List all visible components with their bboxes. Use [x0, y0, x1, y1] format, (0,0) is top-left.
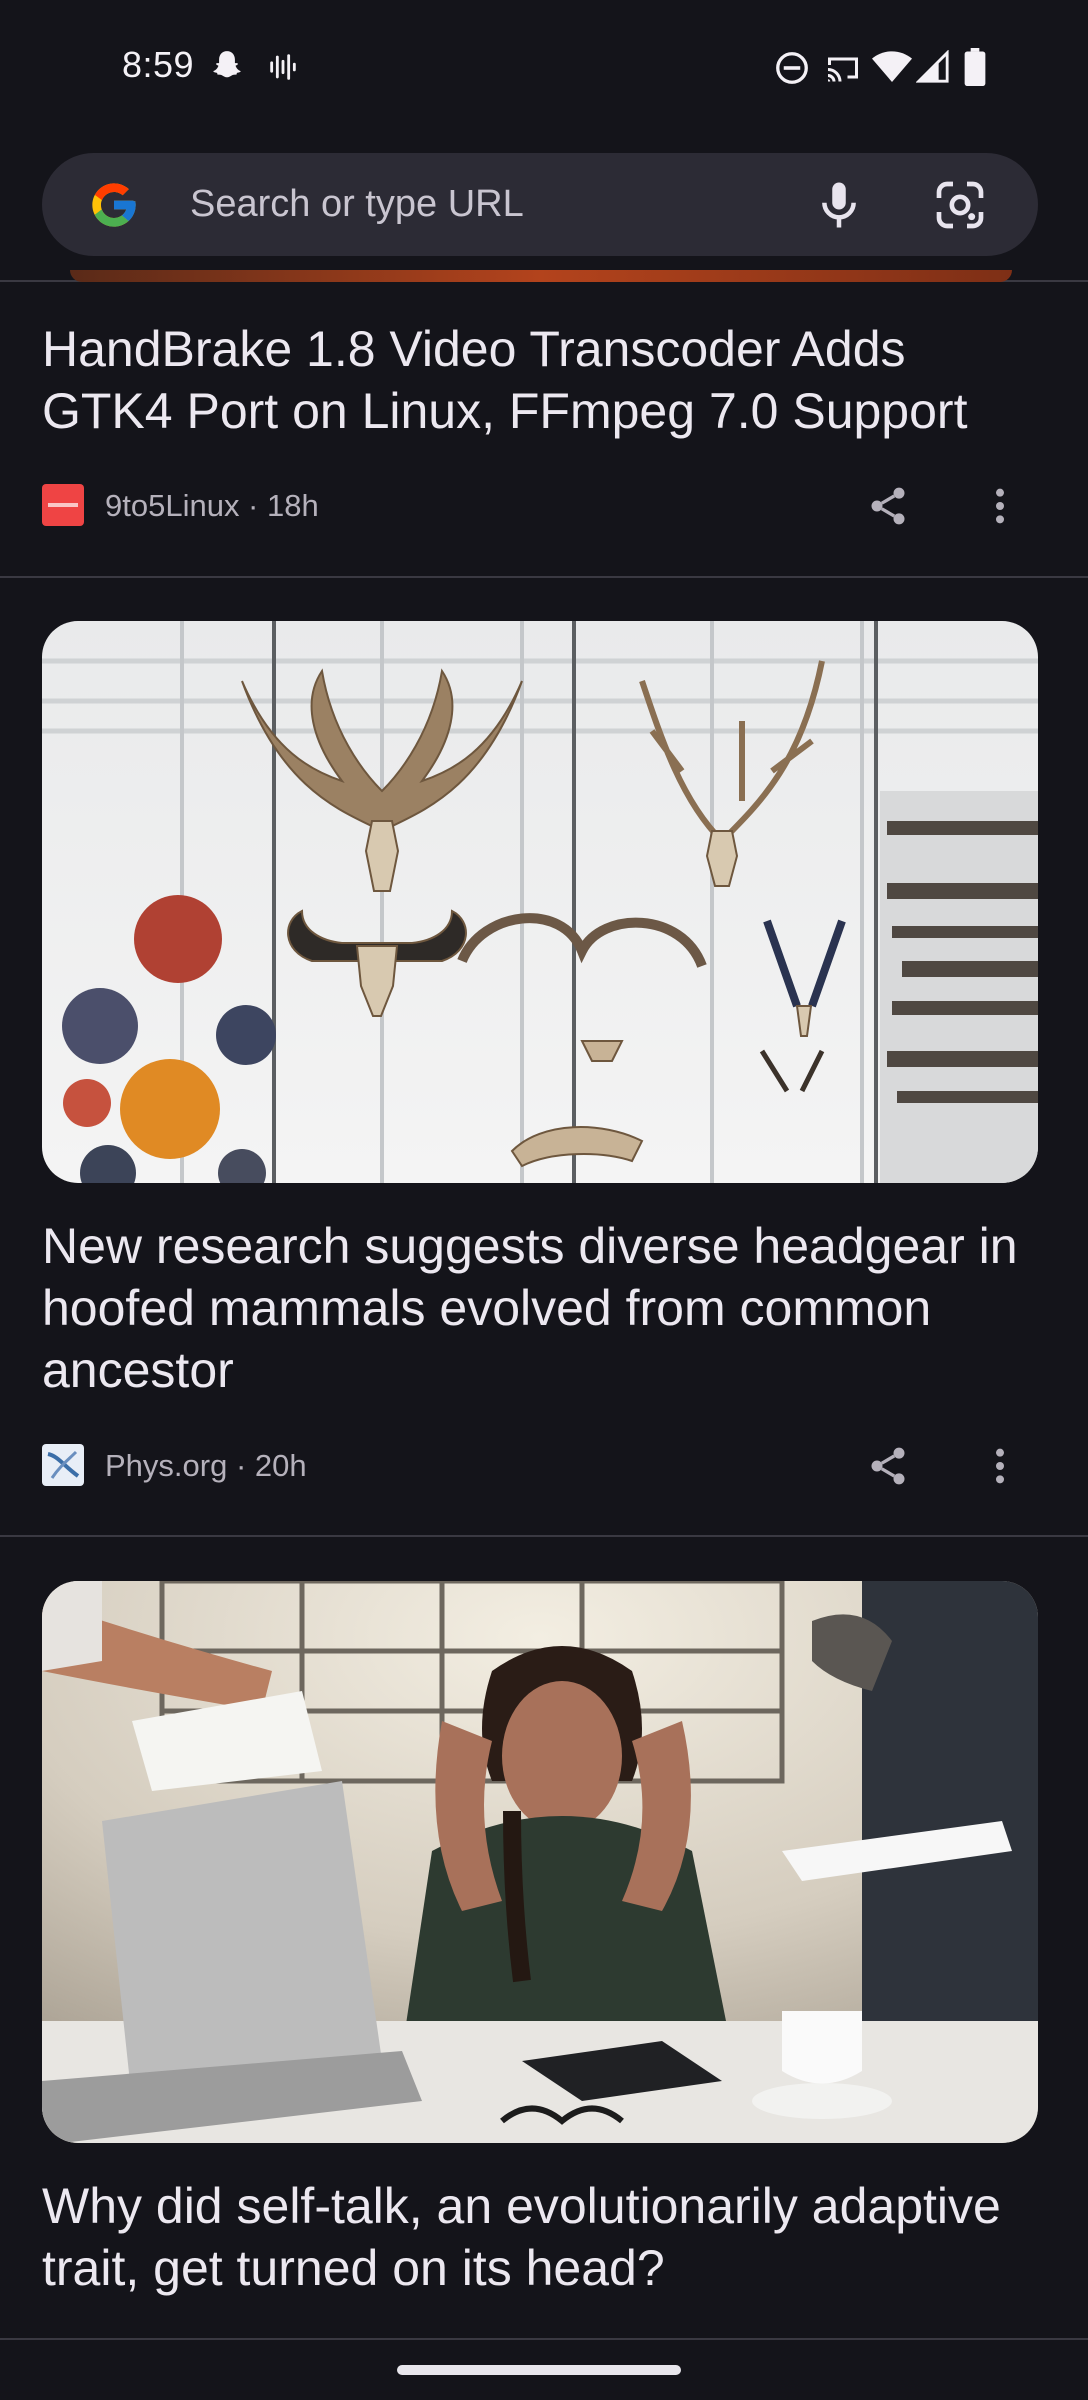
- card-divider: [0, 1535, 1088, 1537]
- article-meta: Phys.org · 20h: [42, 1444, 1038, 1488]
- status-time: 8:59: [122, 44, 195, 85]
- google-g-icon: [92, 183, 136, 227]
- source-favicon-physorg: [42, 1444, 84, 1486]
- audio-wave-icon: [270, 54, 296, 80]
- previous-article-image-edge: [70, 270, 1012, 282]
- article-title[interactable]: New research suggests diverse headgear i…: [42, 1215, 1042, 1401]
- mic-icon[interactable]: [812, 177, 866, 233]
- article-source-time: 9to5Linux · 18h: [105, 488, 319, 523]
- article-title[interactable]: Why did self-talk, an evolutionarily ada…: [42, 2175, 1042, 2299]
- signal-icon: [916, 50, 949, 83]
- more-vert-icon: [996, 488, 1004, 524]
- share-icon: [871, 1447, 905, 1485]
- source-favicon-9to5linux: [42, 484, 84, 526]
- stressed-woman-image: [42, 1581, 1038, 2143]
- omnibox-search-bar[interactable]: Search or type URL: [42, 153, 1038, 256]
- search-input[interactable]: Search or type URL: [190, 183, 524, 226]
- battery-icon: [964, 48, 986, 86]
- wifi-icon: [872, 51, 912, 82]
- more-options-button[interactable]: [968, 474, 1032, 538]
- article-meta: 9to5Linux · 18h: [42, 484, 1038, 528]
- article-image[interactable]: [42, 1581, 1038, 2143]
- more-vert-icon: [996, 1448, 1004, 1484]
- share-icon: [871, 487, 905, 525]
- antlers-museum-image: [42, 621, 1038, 1183]
- lens-icon[interactable]: [932, 177, 988, 233]
- card-divider: [0, 576, 1088, 578]
- snapchat-icon: [213, 51, 241, 78]
- article-title[interactable]: HandBrake 1.8 Video Transcoder Adds GTK4…: [42, 318, 1042, 442]
- article-source-time: Phys.org · 20h: [105, 1448, 307, 1483]
- home-gesture-bar[interactable]: [397, 2365, 681, 2375]
- dnd-icon: [776, 52, 808, 84]
- status-bar: 8:59: [0, 0, 1088, 135]
- share-button[interactable]: [856, 474, 920, 538]
- article-image[interactable]: [42, 621, 1038, 1183]
- cast-icon: [828, 57, 858, 82]
- card-divider: [0, 2338, 1088, 2340]
- share-button[interactable]: [856, 1434, 920, 1498]
- more-options-button[interactable]: [968, 1434, 1032, 1498]
